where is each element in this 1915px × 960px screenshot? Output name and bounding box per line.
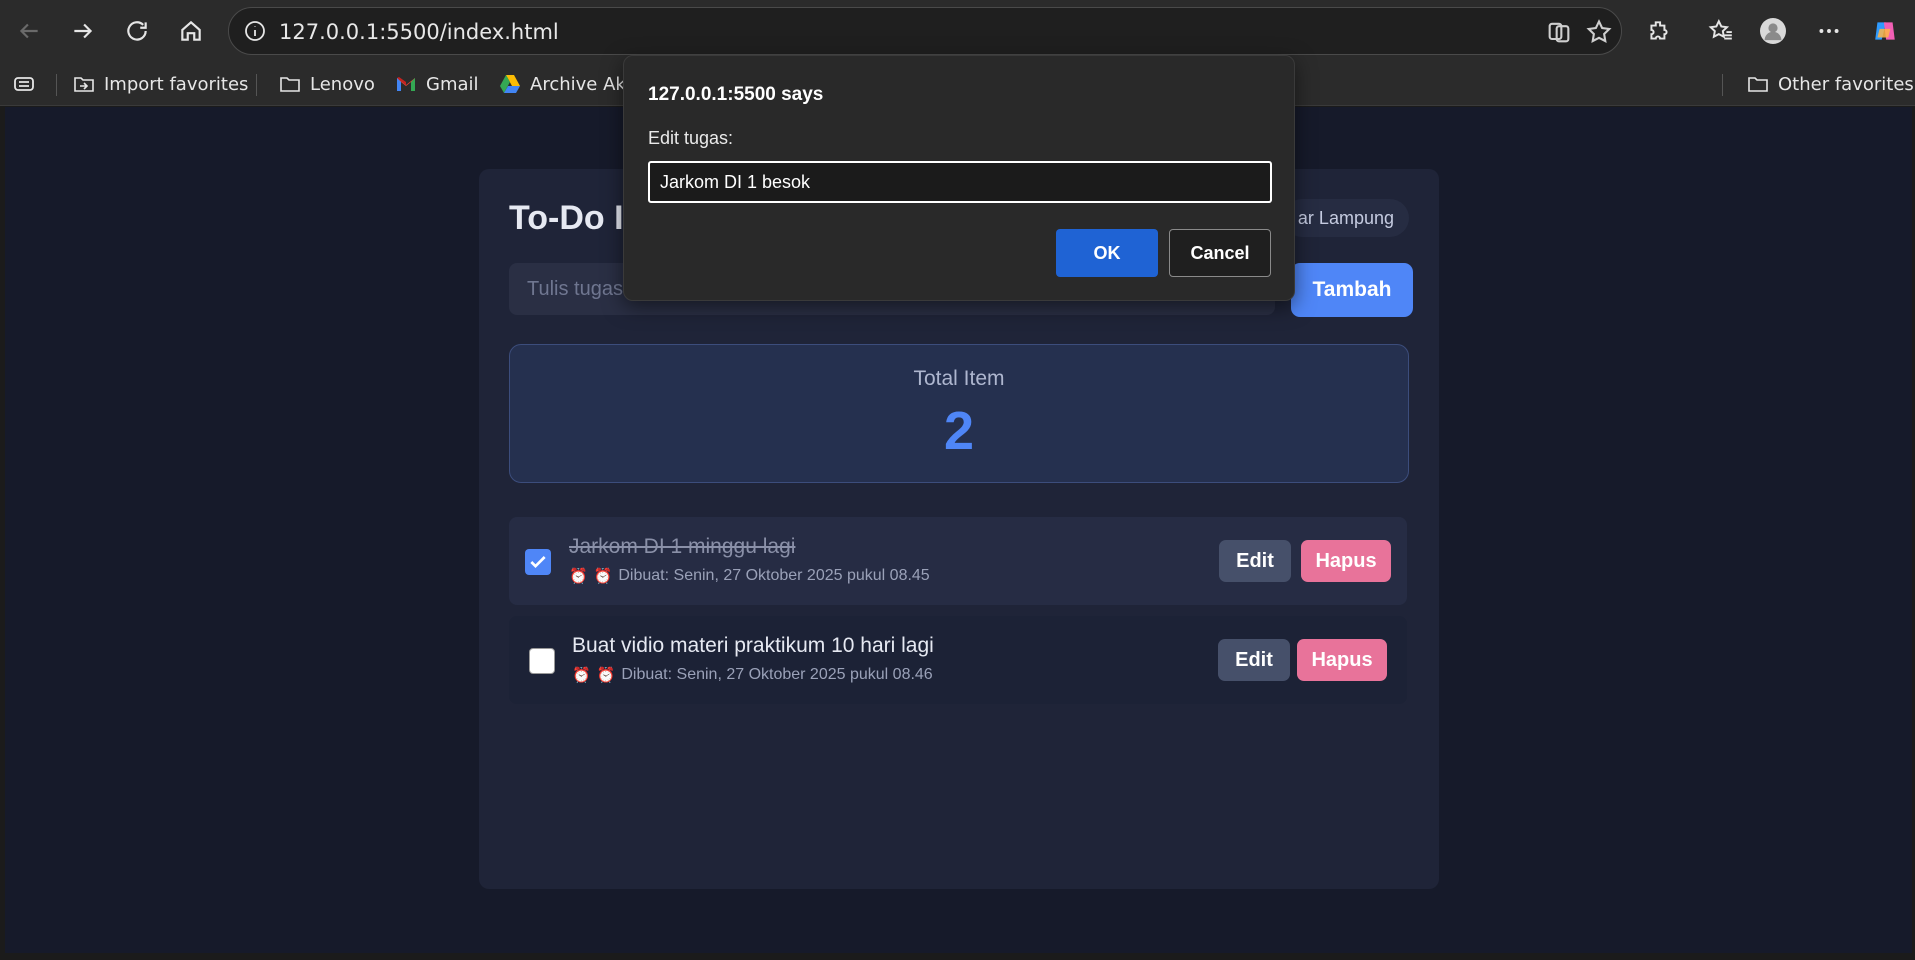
bookmark-gmail[interactable]: Gmail — [394, 70, 479, 98]
task-text: Jarkom DI 1 minggu lagi — [569, 535, 796, 558]
folder-icon — [280, 77, 300, 92]
edit-task-button[interactable]: Edit — [1218, 639, 1290, 681]
forward-icon[interactable] — [62, 10, 104, 52]
favorites-icon[interactable] — [1700, 10, 1742, 52]
tab-actions-icon[interactable] — [12, 70, 36, 98]
dialog-title: 127.0.0.1:5500 says — [648, 84, 824, 105]
task-checkbox[interactable] — [529, 648, 555, 674]
check-icon — [530, 556, 546, 569]
bookmark-import-favorites[interactable]: Import favorites — [72, 70, 248, 98]
delete-task-button[interactable]: Hapus — [1301, 540, 1391, 582]
task-item: Buat vidio materi praktikum 10 hari lagi… — [509, 616, 1407, 704]
task-checkbox[interactable] — [525, 549, 551, 575]
page-title: To-Do I — [509, 199, 624, 237]
bookmark-other-favorites[interactable]: Other favorites — [1746, 70, 1914, 98]
task-meta: ⏰ ⏰ Dibuat: Senin, 27 Oktober 2025 pukul… — [572, 666, 933, 684]
task-text: Buat vidio materi praktikum 10 hari lagi — [572, 634, 934, 657]
dialog-message: Edit tugas: — [648, 128, 734, 148]
alarm-clock-icon: ⏰ — [572, 667, 591, 684]
extensions-icon[interactable] — [1638, 10, 1680, 52]
copilot-icon[interactable] — [1864, 10, 1906, 52]
alarm-clock-icon: ⏰ — [596, 667, 616, 684]
prompt-dialog: 127.0.0.1:5500 says Edit tugas: OK Cance… — [623, 55, 1295, 301]
task-item: Jarkom DI 1 minggu lagi ⏰ ⏰ Dibuat: Seni… — [509, 517, 1407, 605]
alarm-clock-icon: ⏰ — [593, 568, 613, 585]
edit-task-button[interactable]: Edit — [1219, 540, 1291, 582]
bookmark-lenovo[interactable]: Lenovo — [278, 70, 375, 98]
star-icon[interactable] — [1585, 18, 1613, 46]
profile-icon[interactable] — [1752, 10, 1794, 52]
import-icon — [74, 77, 94, 92]
delete-task-button[interactable]: Hapus — [1297, 639, 1387, 681]
ok-button[interactable]: OK — [1056, 229, 1158, 277]
back-icon[interactable] — [8, 10, 50, 52]
drive-icon — [500, 75, 520, 93]
bookmark-archive-aka[interactable]: Archive Aka — [498, 70, 637, 98]
task-created-date: Dibuat: Senin, 27 Oktober 2025 pukul 08.… — [621, 666, 933, 683]
total-item-stat: Total Item 2 — [509, 344, 1409, 483]
copilot-page-icon[interactable] — [1545, 18, 1573, 46]
location-badge: ar Lampung — [1282, 199, 1409, 237]
url-text[interactable]: 127.0.0.1:5500/index.html — [279, 20, 559, 44]
gmail-icon — [397, 77, 415, 91]
browser-toolbar: 127.0.0.1:5500/index.html — [0, 0, 1915, 62]
task-meta: ⏰ ⏰ Dibuat: Senin, 27 Oktober 2025 pukul… — [569, 567, 930, 585]
reload-icon[interactable] — [116, 10, 158, 52]
stat-value: 2 — [943, 401, 975, 461]
site-info-icon[interactable] — [243, 19, 267, 43]
address-bar[interactable]: 127.0.0.1:5500/index.html — [228, 7, 1622, 55]
alarm-clock-icon: ⏰ — [569, 568, 588, 585]
stat-label: Total Item — [913, 367, 1005, 390]
home-icon[interactable] — [170, 10, 212, 52]
more-icon[interactable] — [1808, 10, 1850, 52]
task-created-date: Dibuat: Senin, 27 Oktober 2025 pukul 08.… — [618, 567, 930, 584]
cancel-button[interactable]: Cancel — [1169, 229, 1271, 277]
folder-icon — [1748, 77, 1768, 92]
dialog-input[interactable] — [648, 161, 1272, 203]
add-task-button[interactable]: Tambah — [1291, 263, 1413, 317]
